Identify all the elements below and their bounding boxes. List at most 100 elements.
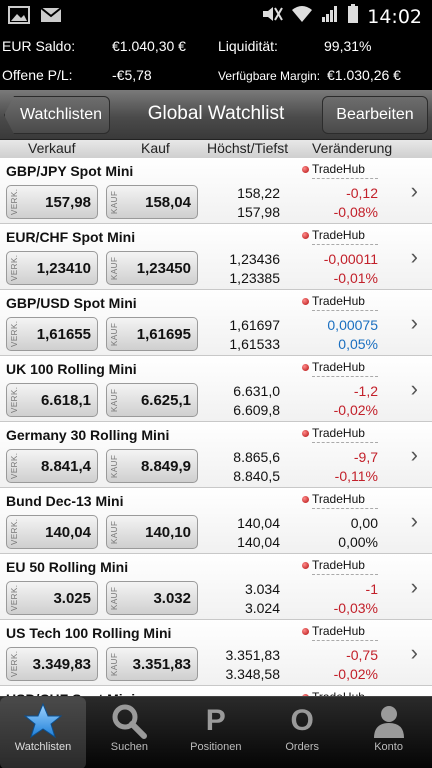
navigation-bar: Watchlisten Global Watchlist Bearbeiten bbox=[0, 90, 432, 140]
clock: 14:02 bbox=[367, 5, 422, 28]
tab-label: Positionen bbox=[190, 741, 242, 753]
chevron-right-icon[interactable]: › bbox=[411, 640, 418, 666]
tab-bar: Watchlisten Suchen P Positionen O Orders… bbox=[0, 696, 432, 768]
provider-label: TradeHub bbox=[302, 228, 365, 242]
low-value: 3.024 bbox=[244, 600, 280, 616]
low-value: 140,04 bbox=[237, 534, 280, 550]
sell-button[interactable]: VERK. 157,98 bbox=[6, 185, 98, 219]
provider-status-dot-icon bbox=[302, 165, 309, 173]
change-percent: -0,03% bbox=[333, 600, 378, 616]
chevron-right-icon[interactable]: › bbox=[411, 178, 418, 204]
high-value: 1,23436 bbox=[229, 251, 280, 267]
change-percent: -0,08% bbox=[333, 204, 378, 220]
buy-button[interactable]: KAUF 1,61695 bbox=[106, 317, 198, 351]
high-value: 158,22 bbox=[237, 185, 280, 201]
buy-button[interactable]: KAUF 6.625,1 bbox=[106, 383, 198, 417]
chevron-right-icon[interactable]: › bbox=[411, 508, 418, 534]
chevron-right-icon[interactable]: › bbox=[411, 244, 418, 270]
high-value: 8.865,6 bbox=[233, 449, 280, 465]
o-letter-icon: O bbox=[259, 703, 345, 739]
sell-price: 8.841,4 bbox=[40, 458, 91, 475]
high-value: 3.351,83 bbox=[225, 647, 281, 663]
buy-tag: KAUF bbox=[110, 322, 119, 346]
tab-positionen[interactable]: P Positionen bbox=[173, 697, 259, 768]
sell-tag: VERK. bbox=[10, 188, 19, 215]
sell-price: 157,98 bbox=[45, 194, 91, 211]
provider-name: TradeHub bbox=[312, 558, 365, 572]
change-percent: -0,01% bbox=[333, 270, 378, 286]
watchlist-row[interactable]: EU 50 Rolling Mini TradeHub VERK. 3.025 … bbox=[0, 554, 432, 620]
provider-name: TradeHub bbox=[312, 360, 365, 374]
buy-button[interactable]: KAUF 3.032 bbox=[106, 581, 198, 615]
instrument-name: GBP/JPY Spot Mini bbox=[6, 163, 134, 179]
star-icon bbox=[0, 703, 86, 739]
edit-button[interactable]: Bearbeiten bbox=[322, 96, 428, 134]
buy-button[interactable]: KAUF 8.849,9 bbox=[106, 449, 198, 483]
provider-divider bbox=[312, 640, 378, 641]
low-value: 157,98 bbox=[237, 204, 280, 220]
provider-label: TradeHub bbox=[302, 360, 365, 374]
buy-button[interactable]: KAUF 3.351,83 bbox=[106, 647, 198, 681]
chevron-right-icon[interactable]: › bbox=[411, 376, 418, 402]
sell-button[interactable]: VERK. 8.841,4 bbox=[6, 449, 98, 483]
chevron-right-icon[interactable]: › bbox=[411, 442, 418, 468]
buy-tag: KAUF bbox=[110, 520, 119, 544]
sell-tag: VERK. bbox=[10, 386, 19, 413]
chevron-right-icon[interactable]: › bbox=[411, 574, 418, 600]
watchlist-row[interactable]: EUR/CHF Spot Mini TradeHub VERK. 1,23410… bbox=[0, 224, 432, 290]
provider-name: TradeHub bbox=[312, 294, 365, 308]
buy-button[interactable]: KAUF 1,23450 bbox=[106, 251, 198, 285]
instrument-name: Bund Dec-13 Mini bbox=[6, 493, 124, 509]
chevron-right-icon[interactable]: › bbox=[411, 310, 418, 336]
sell-tag: VERK. bbox=[10, 452, 19, 479]
sell-button[interactable]: VERK. 3.025 bbox=[6, 581, 98, 615]
watchlist-row[interactable]: USD/CHF Spot Mini TradeHub VERK. KAUF › bbox=[0, 686, 432, 696]
liquiditaet-value: 99,31% bbox=[324, 38, 372, 54]
watchlist-row[interactable]: GBP/JPY Spot Mini TradeHub VERK. 157,98 … bbox=[0, 158, 432, 224]
buy-button[interactable]: KAUF 158,04 bbox=[106, 185, 198, 219]
column-verkauf: Verkauf bbox=[28, 140, 76, 156]
sell-button[interactable]: VERK. 1,23410 bbox=[6, 251, 98, 285]
sell-price: 1,23410 bbox=[36, 260, 91, 277]
buy-price: 140,10 bbox=[145, 524, 191, 541]
buy-tag: KAUF bbox=[110, 454, 119, 478]
low-value: 3.348,58 bbox=[225, 666, 281, 682]
watchlist-row[interactable]: GBP/USD Spot Mini TradeHub VERK. 1,61655… bbox=[0, 290, 432, 356]
provider-status-dot-icon bbox=[302, 363, 309, 371]
instrument-name: GBP/USD Spot Mini bbox=[6, 295, 137, 311]
sell-button[interactable]: VERK. 1,61655 bbox=[6, 317, 98, 351]
watchlist-row[interactable]: US Tech 100 Rolling Mini TradeHub VERK. … bbox=[0, 620, 432, 686]
provider-divider bbox=[312, 376, 378, 377]
tab-watchlisten[interactable]: Watchlisten bbox=[0, 697, 86, 768]
buy-price: 1,23450 bbox=[136, 260, 191, 277]
buy-tag: KAUF bbox=[110, 586, 119, 610]
provider-status-dot-icon bbox=[302, 561, 309, 569]
search-icon bbox=[86, 703, 172, 739]
sell-button[interactable]: VERK. 3.349,83 bbox=[6, 647, 98, 681]
sell-price: 1,61655 bbox=[36, 326, 91, 343]
sell-button[interactable]: VERK. 6.618,1 bbox=[6, 383, 98, 417]
o-letter-icon-glyph: O bbox=[290, 704, 314, 737]
tab-orders[interactable]: O Orders bbox=[259, 697, 345, 768]
battery-icon bbox=[347, 4, 359, 29]
tab-suchen[interactable]: Suchen bbox=[86, 697, 172, 768]
provider-label: TradeHub bbox=[302, 426, 365, 440]
back-button[interactable]: Watchlisten bbox=[4, 96, 110, 134]
provider-label: TradeHub bbox=[302, 492, 365, 506]
watchlist-row[interactable]: Germany 30 Rolling Mini TradeHub VERK. 8… bbox=[0, 422, 432, 488]
provider-name: TradeHub bbox=[312, 492, 365, 506]
tab-konto[interactable]: Konto bbox=[346, 697, 432, 768]
provider-status-dot-icon bbox=[302, 495, 309, 503]
gallery-notification-icon bbox=[8, 6, 30, 29]
wifi-icon bbox=[291, 5, 313, 28]
sell-button[interactable]: VERK. 140,04 bbox=[6, 515, 98, 549]
buy-price: 6.625,1 bbox=[140, 392, 191, 409]
buy-tag: KAUF bbox=[110, 652, 119, 676]
buy-button[interactable]: KAUF 140,10 bbox=[106, 515, 198, 549]
column-kauf: Kauf bbox=[141, 140, 170, 156]
provider-divider bbox=[312, 574, 378, 575]
watchlist-row[interactable]: UK 100 Rolling Mini TradeHub VERK. 6.618… bbox=[0, 356, 432, 422]
watchlist-row[interactable]: Bund Dec-13 Mini TradeHub VERK. 140,04 K… bbox=[0, 488, 432, 554]
provider-divider bbox=[312, 442, 378, 443]
high-value: 140,04 bbox=[237, 515, 280, 531]
